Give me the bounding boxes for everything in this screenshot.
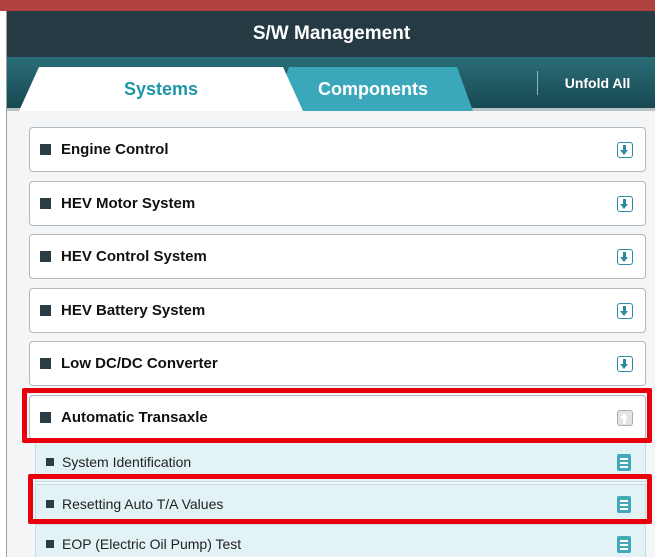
bullet-square [40, 251, 51, 262]
unfold-all-label: Unfold All [564, 75, 631, 91]
tab-bar: Components Systems Unfold All [7, 57, 655, 111]
group-label: HEV Battery System [61, 302, 206, 319]
page-title: S/W Management [252, 23, 411, 44]
document-icon[interactable] [617, 454, 631, 471]
subitem-label: EOP (Electric Oil Pump) Test [62, 536, 242, 552]
group-label: HEV Control System [61, 248, 207, 265]
group-label: Low DC/DC Converter [61, 355, 218, 372]
subitem-label: System Identification [62, 454, 192, 470]
bullet-square [46, 458, 54, 466]
download-icon[interactable] [617, 303, 633, 319]
download-icon[interactable] [617, 356, 633, 372]
bullet-square [40, 412, 51, 423]
group-row-low-dc-dc-converter[interactable]: Low DC/DC Converter [29, 341, 646, 386]
top-color-strip [0, 0, 655, 11]
group-label: Automatic Transaxle [61, 409, 208, 426]
tab-components[interactable]: Components [273, 67, 473, 111]
download-icon[interactable] [617, 142, 633, 158]
tab-systems[interactable]: Systems [19, 67, 303, 111]
group-label: Engine Control [61, 141, 169, 158]
unfold-all-button[interactable]: Unfold All [539, 63, 655, 103]
subitem-eop-test[interactable]: EOP (Electric Oil Pump) Test [35, 524, 646, 557]
subitem-system-identification[interactable]: System Identification [35, 442, 646, 482]
group-row-engine-control[interactable]: Engine Control [29, 127, 646, 172]
subitem-label: Resetting Auto T/A Values [62, 496, 224, 512]
bullet-square [40, 144, 51, 155]
tab-systems-label: Systems [123, 78, 199, 99]
title-bar: S/W Management [7, 11, 655, 57]
bullet-square [40, 198, 51, 209]
collapse-up-icon[interactable] [617, 410, 633, 426]
group-row-hev-battery-system[interactable]: HEV Battery System [29, 288, 646, 333]
group-row-hev-control-system[interactable]: HEV Control System [29, 234, 646, 279]
bullet-square [46, 540, 54, 548]
group-label: HEV Motor System [61, 195, 196, 212]
tab-components-label: Components [318, 78, 428, 99]
document-icon[interactable] [617, 496, 631, 513]
group-row-automatic-transaxle[interactable]: Automatic Transaxle [29, 395, 646, 440]
toolbar-divider [537, 71, 538, 95]
bullet-square [40, 305, 51, 316]
system-list: Engine Control HEV Motor System HEV Cont… [7, 114, 655, 557]
group-row-hev-motor-system[interactable]: HEV Motor System [29, 181, 646, 226]
download-icon[interactable] [617, 249, 633, 265]
app-window: S/W Management Components Systems Unfold… [6, 11, 655, 557]
bullet-square [46, 500, 54, 508]
subitem-resetting-auto-ta-values[interactable]: Resetting Auto T/A Values [35, 484, 646, 524]
download-icon[interactable] [617, 196, 633, 212]
document-icon[interactable] [617, 536, 631, 553]
bullet-square [40, 358, 51, 369]
